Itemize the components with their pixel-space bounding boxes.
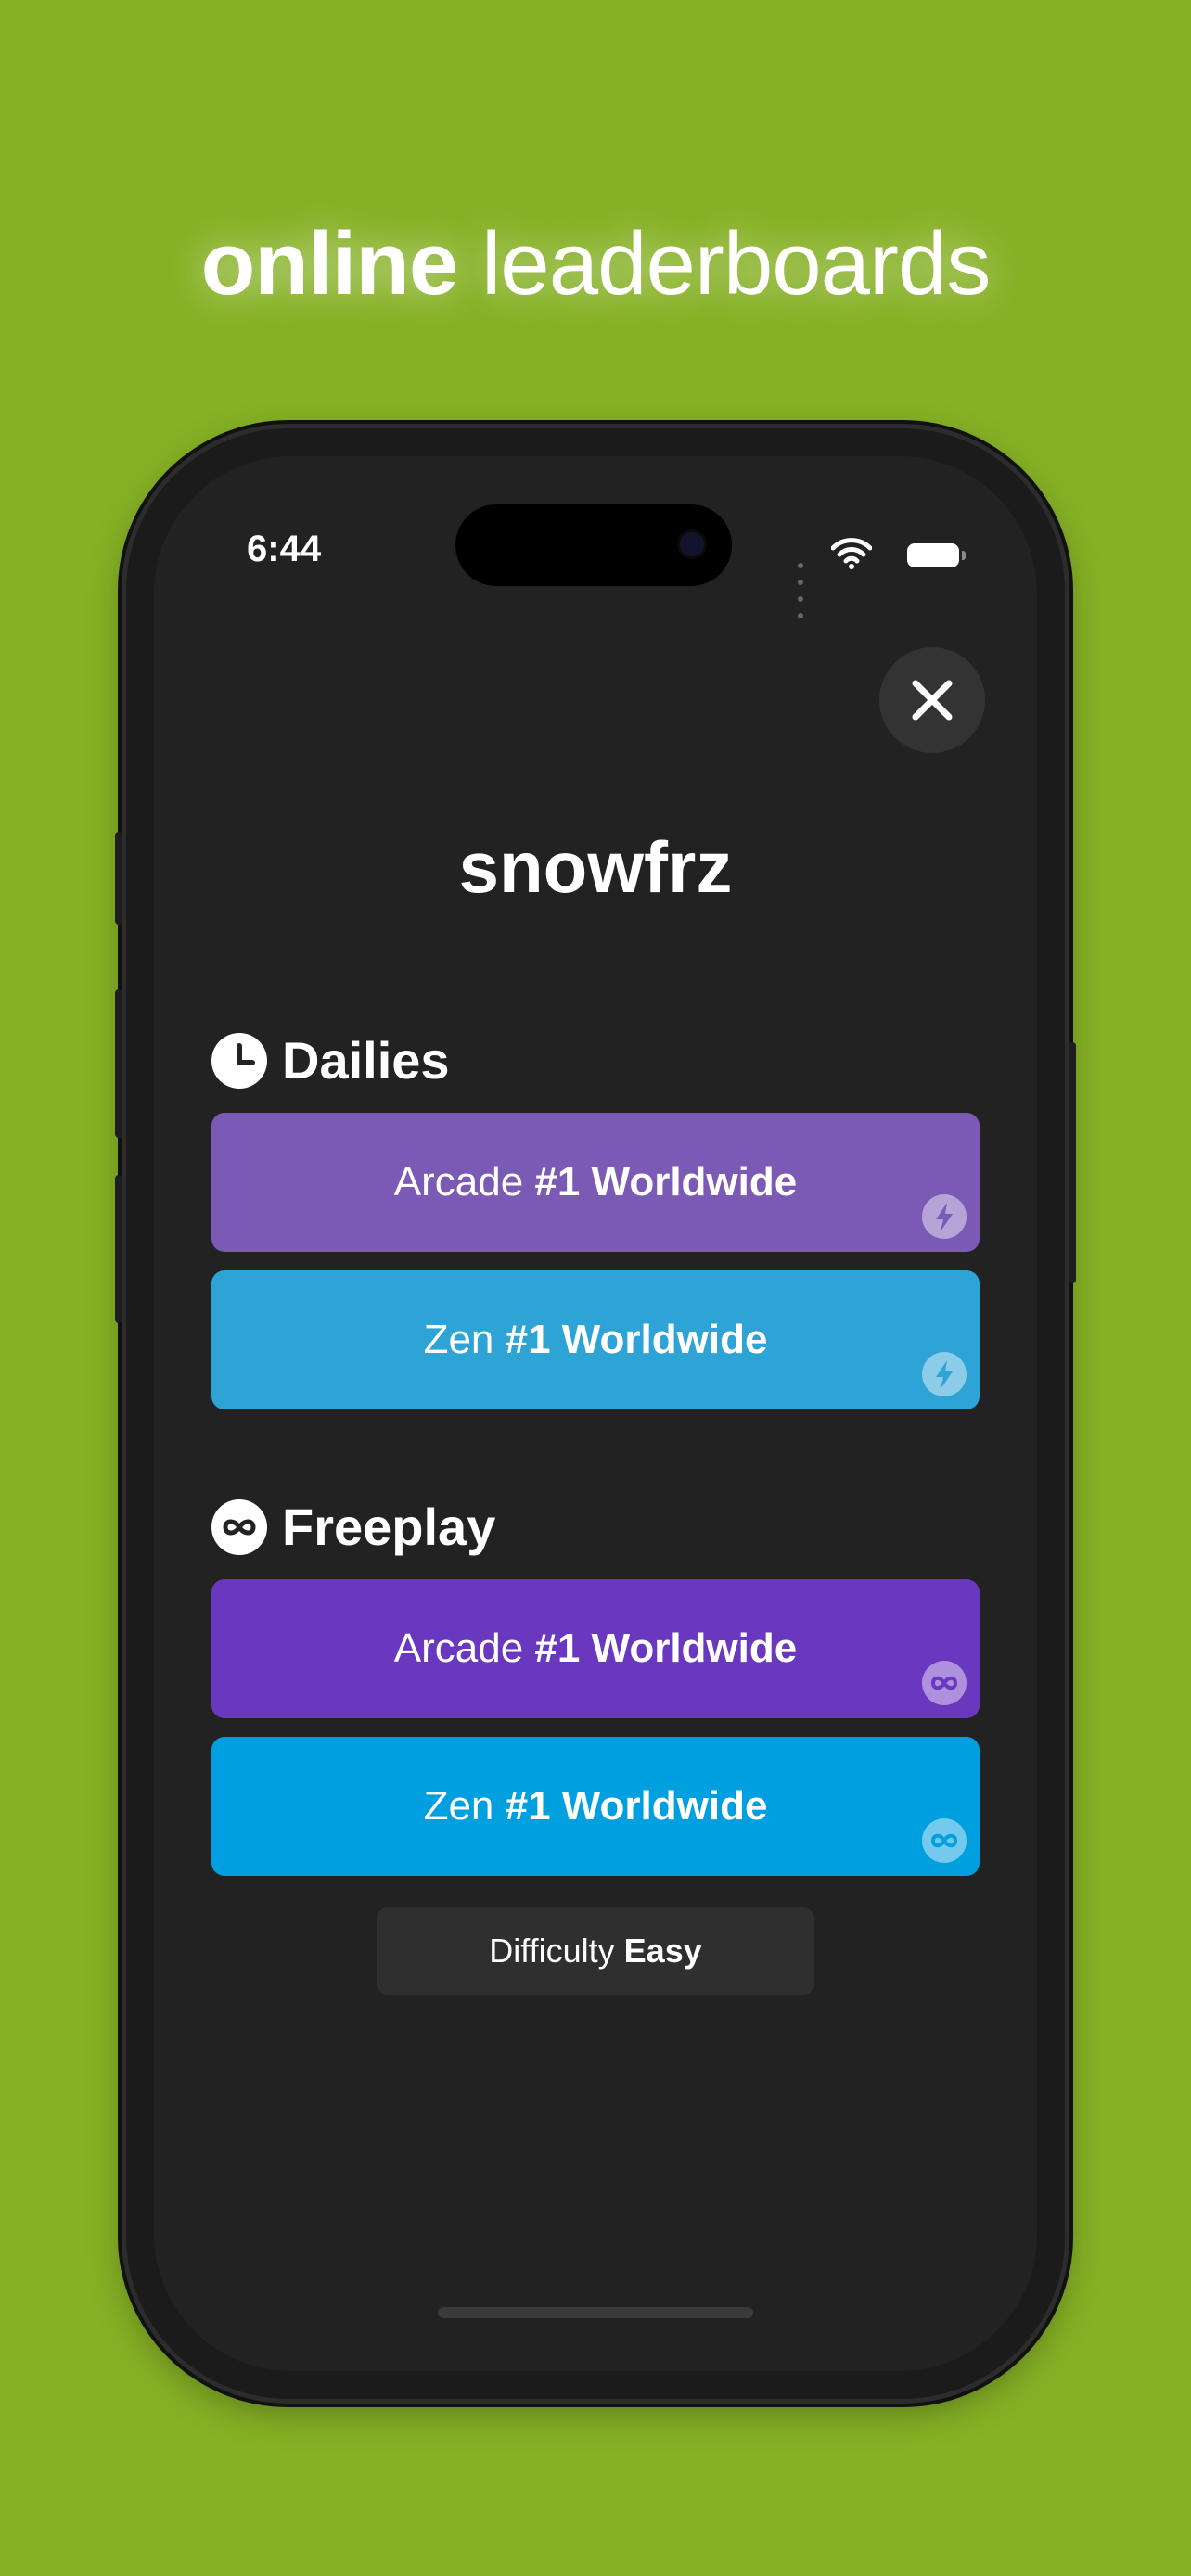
headline-bold: online	[200, 214, 459, 313]
home-indicator[interactable]	[438, 2307, 753, 2318]
difficulty-button[interactable]: Difficulty Easy	[377, 1907, 814, 1995]
dynamic-island	[455, 504, 732, 586]
section-title-label: Freeplay	[282, 1498, 496, 1556]
section-title-freeplay: Freeplay	[211, 1498, 495, 1557]
infinity-icon	[211, 1499, 267, 1556]
card-dailies-zen[interactable]: Zen #1 Worldwide	[211, 1270, 980, 1409]
bolt-icon	[922, 1194, 967, 1239]
card-freeplay-arcade[interactable]: Arcade #1 Worldwide	[211, 1579, 980, 1718]
card-dailies-arcade[interactable]: Arcade #1 Worldwide	[211, 1113, 980, 1252]
cellular-signal-icon	[798, 556, 807, 623]
battery-icon	[907, 543, 966, 567]
phone-frame: 6:44 snowfrz Dailies Arcade #1 Worldwide…	[115, 428, 1076, 2399]
card-freeplay-zen[interactable]: Zen #1 Worldwide	[211, 1737, 980, 1876]
close-button[interactable]	[879, 647, 985, 753]
headline: online leaderboards	[0, 209, 1191, 320]
difficulty-value: Easy	[623, 1932, 702, 1970]
card-rank: #1 Worldwide	[505, 1783, 768, 1829]
difficulty-label: Difficulty	[489, 1932, 615, 1970]
bolt-icon	[922, 1352, 967, 1396]
app-screen: 6:44 snowfrz Dailies Arcade #1 Worldwide…	[154, 456, 1037, 2371]
card-rank: #1 Worldwide	[534, 1626, 798, 1671]
camera-icon	[680, 532, 704, 556]
section-title-dailies: Dailies	[211, 1031, 450, 1090]
action-button	[115, 832, 122, 925]
card-mode: Arcade	[393, 1159, 524, 1205]
clock-icon	[211, 1033, 267, 1090]
infinity-icon	[922, 1818, 967, 1863]
player-name: snowfrz	[458, 826, 733, 908]
card-mode: Zen	[423, 1783, 494, 1829]
infinity-icon	[922, 1661, 967, 1705]
section-title-label: Dailies	[282, 1031, 450, 1090]
close-icon	[912, 680, 953, 721]
card-rank: #1 Worldwide	[505, 1317, 768, 1362]
card-rank: #1 Worldwide	[534, 1159, 798, 1205]
wifi-icon	[830, 538, 873, 574]
card-mode: Zen	[423, 1317, 494, 1362]
volume-up-button	[115, 989, 122, 1138]
volume-down-button	[115, 1175, 122, 1323]
status-time: 6:44	[247, 529, 322, 569]
card-mode: Arcade	[393, 1626, 524, 1671]
headline-light: leaderboards	[480, 214, 991, 313]
power-button	[1069, 1042, 1076, 1283]
